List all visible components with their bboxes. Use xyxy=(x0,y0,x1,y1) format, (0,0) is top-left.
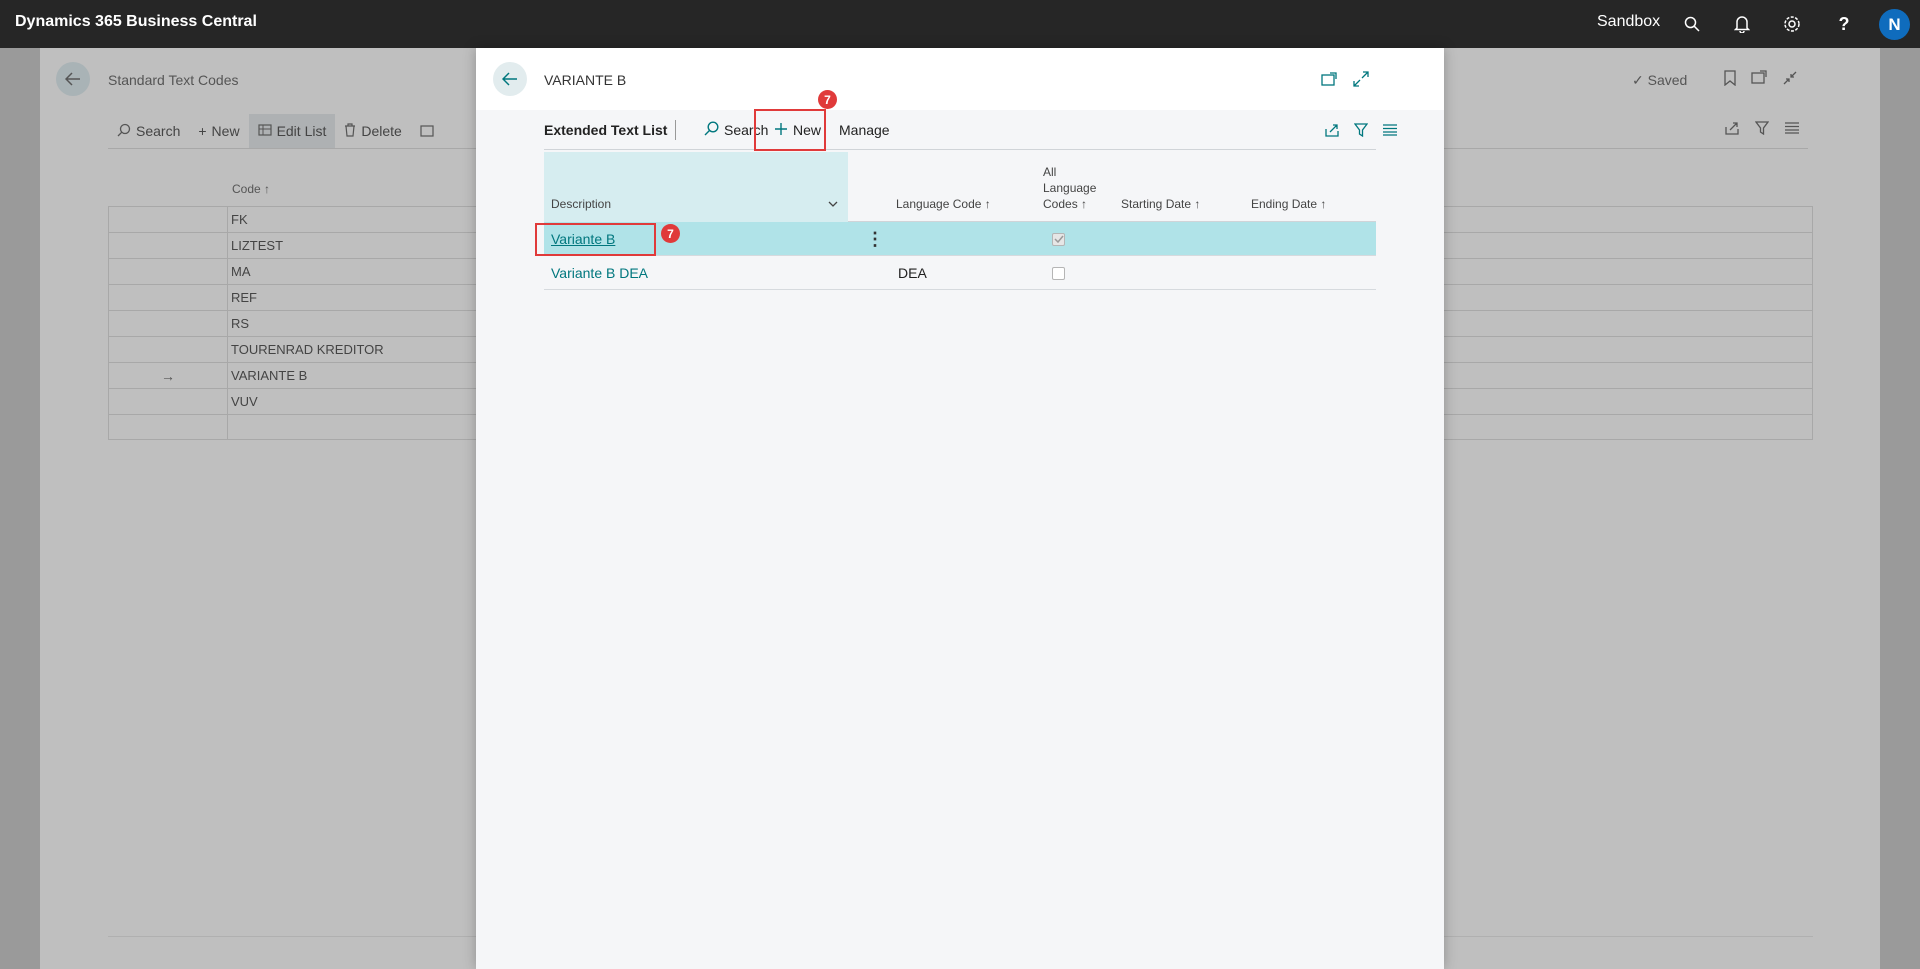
user-avatar[interactable]: N xyxy=(1879,9,1910,40)
bg-delete-button[interactable]: Delete xyxy=(335,114,410,148)
collapse-icon[interactable] xyxy=(1782,70,1798,89)
extended-text-list-dialog: VARIANTE B Extended Text List Search New… xyxy=(476,48,1444,969)
search-icon xyxy=(704,121,719,139)
code-column-header[interactable]: Code ↑ xyxy=(232,182,270,196)
all-language-codes-checkbox[interactable] xyxy=(1052,256,1065,290)
list-tools xyxy=(1310,110,1398,150)
share-icon[interactable] xyxy=(1324,123,1340,137)
search-icon xyxy=(117,123,131,140)
settings-gear-icon[interactable] xyxy=(1780,12,1804,36)
list-view-icon[interactable] xyxy=(1382,124,1398,136)
column-header-description[interactable]: Description xyxy=(551,196,611,212)
checkmark-icon: ✓ xyxy=(1632,72,1644,88)
delete-icon xyxy=(344,122,356,140)
extended-text-table: Description Language Code ↑ All Language… xyxy=(535,152,1376,290)
step-badge: 7 xyxy=(818,90,837,109)
back-button[interactable] xyxy=(56,62,90,96)
column-header-ending-date[interactable]: Ending Date ↑ xyxy=(1251,196,1326,212)
dialog-action-bar: Extended Text List Search New 7 Manage xyxy=(544,90,1397,151)
current-row-arrow-icon: → xyxy=(109,363,228,388)
row-highlight xyxy=(535,223,656,256)
table-row[interactable]: Variante B 7 ⋮ xyxy=(535,222,1376,256)
column-header-starting-date[interactable]: Starting Date ↑ xyxy=(1121,196,1200,212)
description-cell[interactable]: Variante B DEA xyxy=(551,256,648,290)
new-button-highlight xyxy=(754,109,826,151)
language-code-cell: DEA xyxy=(898,265,927,281)
open-new-window-icon[interactable] xyxy=(1318,68,1340,90)
dialog-header: VARIANTE B xyxy=(476,48,1444,110)
dialog-title: VARIANTE B xyxy=(544,72,627,88)
notification-bell-icon[interactable] xyxy=(1730,12,1754,36)
top-bar: Dynamics 365 Business Central Sandbox ? … xyxy=(0,0,1920,48)
share-icon[interactable] xyxy=(1724,121,1740,138)
bookmark-icon[interactable] xyxy=(1724,70,1736,89)
page-title: Standard Text Codes xyxy=(108,72,239,88)
column-header-language-code[interactable]: Language Code ↑ xyxy=(896,196,991,212)
description-link[interactable]: Variante B DEA xyxy=(551,265,648,281)
app-title[interactable]: Dynamics 365 Business Central xyxy=(15,13,257,31)
bg-new-button[interactable]: + New xyxy=(189,114,248,148)
background-action-bar: Search + New Edit List Delete xyxy=(108,114,443,148)
list-name: Extended Text List xyxy=(544,122,668,138)
plus-icon: + xyxy=(198,123,207,139)
bg-list-icons xyxy=(1724,121,1800,138)
row-actions-menu-icon[interactable]: ⋮ xyxy=(866,222,884,256)
bg-search-button[interactable]: Search xyxy=(108,114,189,148)
environment-name: Sandbox xyxy=(1597,13,1661,30)
step-badge: 7 xyxy=(661,224,680,243)
expand-icon[interactable] xyxy=(1350,68,1372,90)
page-header-icons xyxy=(1724,70,1798,89)
open-new-window-icon[interactable] xyxy=(1751,70,1767,89)
bg-edit-list-button[interactable]: Edit List xyxy=(248,114,336,148)
back-button[interactable] xyxy=(493,62,527,96)
chevron-down-icon[interactable] xyxy=(828,196,838,212)
edit-list-icon xyxy=(257,123,272,140)
column-header-all-language-codes[interactable]: All Language Codes ↑ xyxy=(1043,164,1096,212)
table-row[interactable]: Variante B DEA DEA xyxy=(544,256,1376,290)
filter-icon[interactable] xyxy=(1754,121,1770,138)
table-header: Description Language Code ↑ All Language… xyxy=(544,152,1376,222)
divider xyxy=(675,120,676,140)
help-icon[interactable]: ? xyxy=(1832,12,1856,36)
all-language-codes-checkbox[interactable] xyxy=(1052,222,1065,256)
search-icon[interactable] xyxy=(1680,12,1704,36)
saved-status: ✓ Saved xyxy=(1632,72,1688,88)
filter-icon[interactable] xyxy=(1354,123,1368,137)
list-view-icon[interactable] xyxy=(1784,121,1800,138)
bg-more-icon[interactable] xyxy=(411,114,443,148)
manage-button[interactable]: Manage xyxy=(839,110,890,150)
